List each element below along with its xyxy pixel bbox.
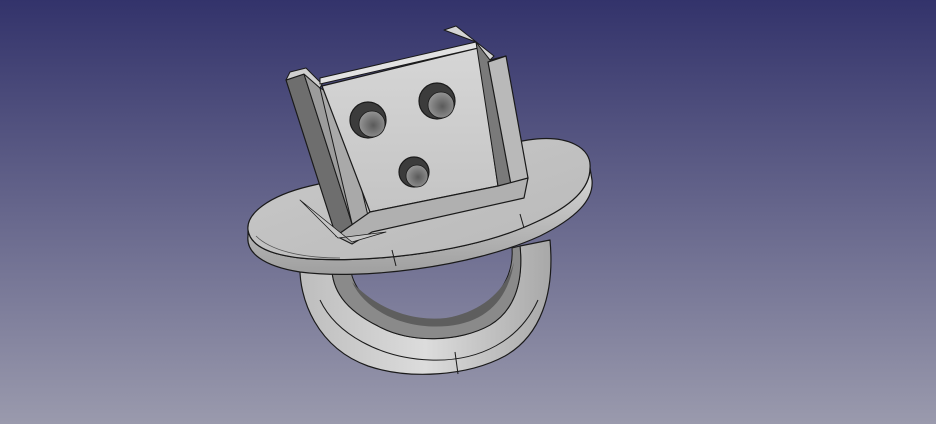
3d-viewport[interactable] (0, 0, 936, 424)
bracket-hole-left (349, 101, 387, 139)
bracket-hole-right (418, 82, 456, 120)
viewport-canvas[interactable] (0, 0, 936, 424)
bracket-hole-bottom (398, 156, 430, 188)
